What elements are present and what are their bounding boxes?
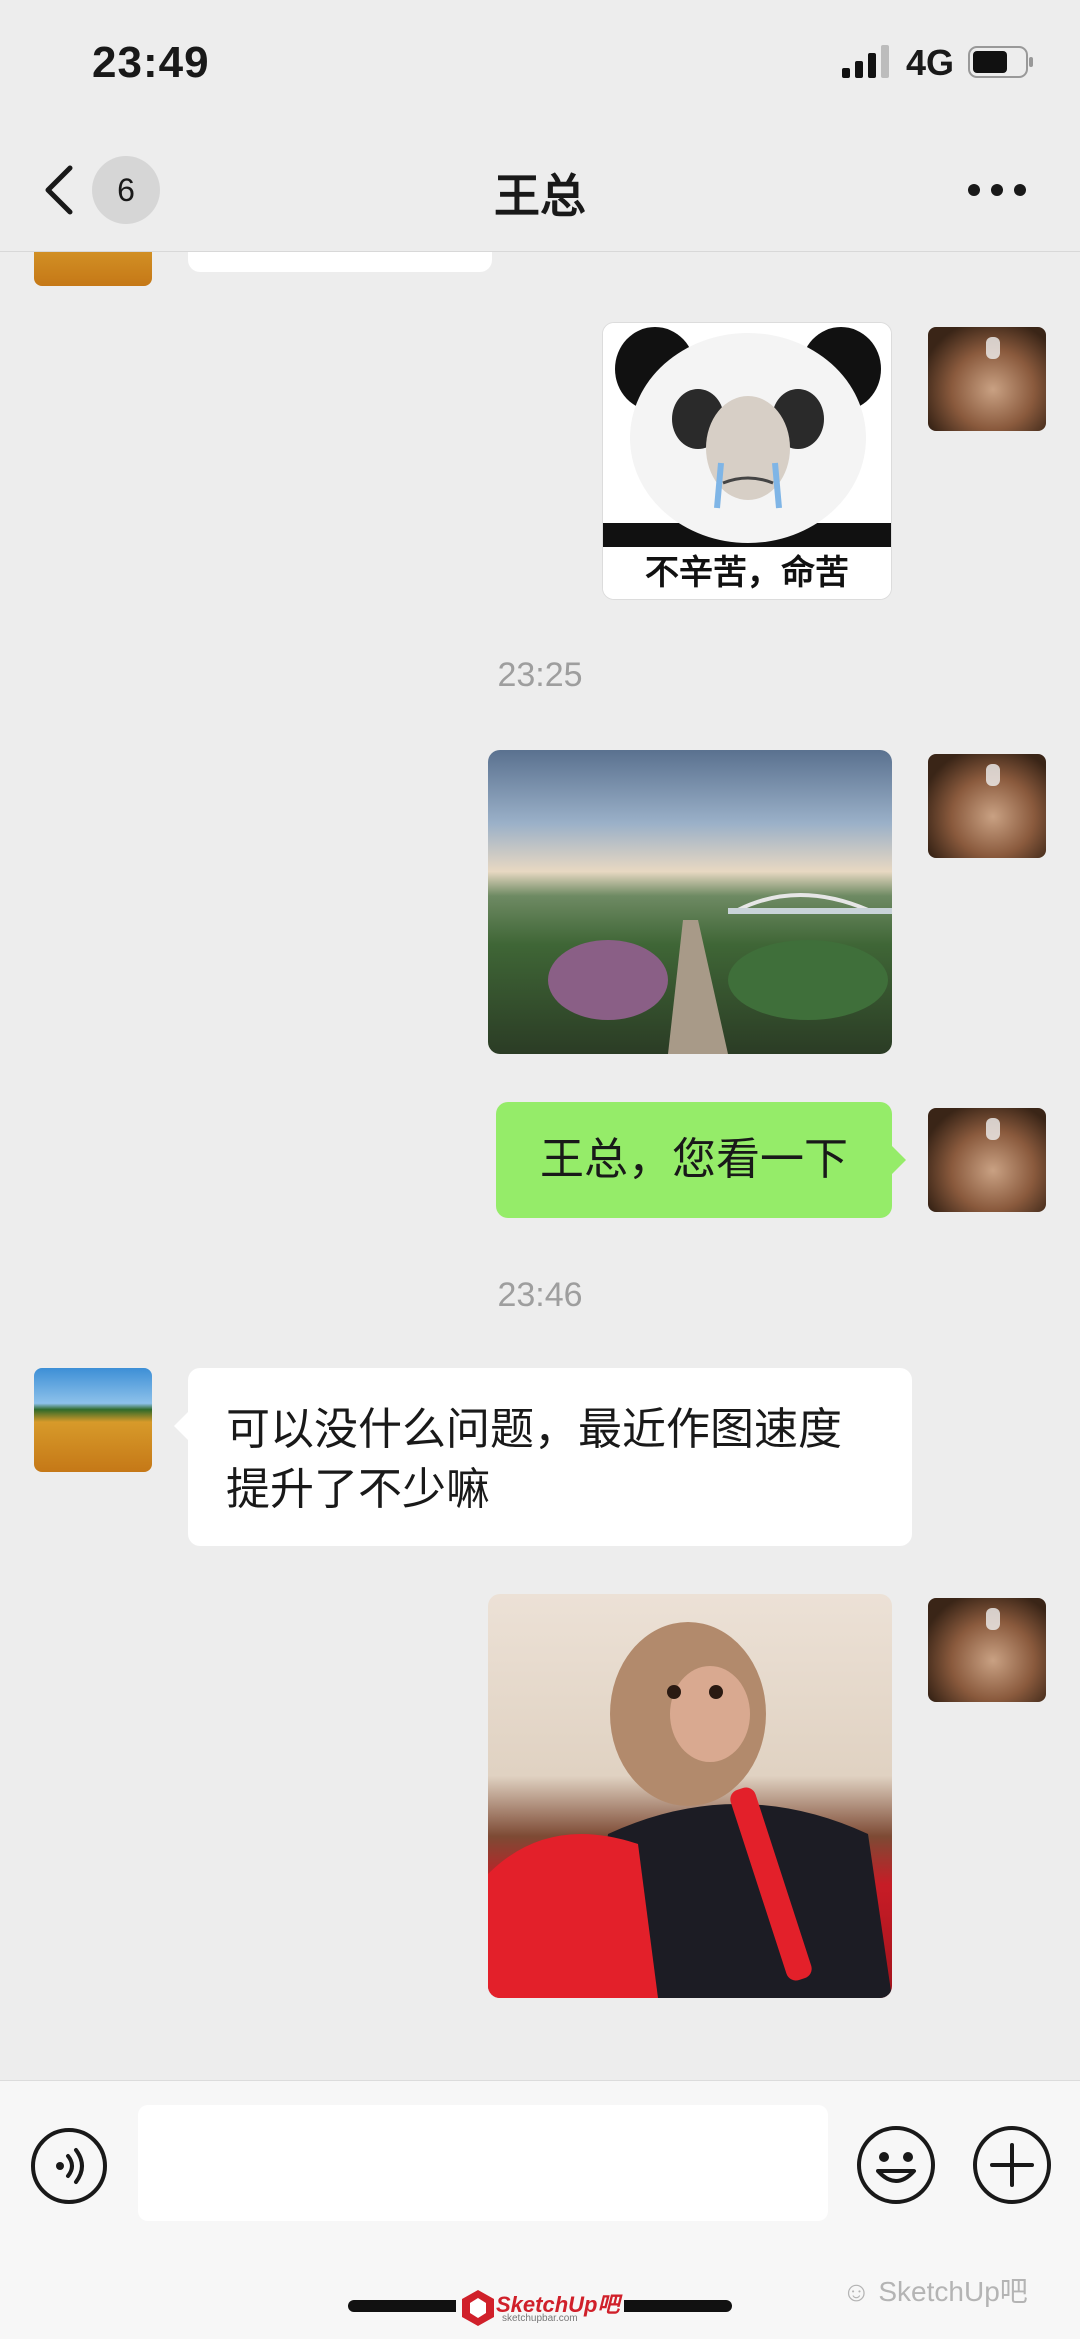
more-icon[interactable] bbox=[966, 182, 1028, 198]
monkey-photo bbox=[488, 1622, 892, 1998]
network-type: 4G bbox=[906, 42, 955, 83]
sticker-caption: 不辛苦，命苦 bbox=[603, 547, 891, 599]
wechat-icon: ☺ bbox=[842, 2276, 871, 2307]
panda-face-image bbox=[603, 323, 891, 549]
image-message[interactable] bbox=[488, 750, 892, 1054]
my-avatar[interactable] bbox=[928, 327, 1046, 431]
watermark-logo: SketchUp吧 sketchupbar.com bbox=[456, 2283, 624, 2333]
battery-icon bbox=[968, 46, 1033, 78]
timestamp: 23:46 bbox=[497, 1276, 583, 1314]
signal-icon bbox=[842, 45, 889, 78]
voice-icon[interactable] bbox=[30, 2127, 108, 2205]
my-avatar[interactable] bbox=[928, 1598, 1046, 1702]
message-list[interactable]: 不辛苦，命苦 23:25 王总，您看一下 23:46 可以没什么问题，最近作图速… bbox=[0, 252, 1080, 2080]
watermark-logo-sub: sketchupbar.com bbox=[502, 2313, 578, 2324]
message-input[interactable] bbox=[138, 2105, 828, 2221]
landscape-photo bbox=[548, 893, 892, 1054]
sent-text: 王总，您看一下 bbox=[540, 1135, 848, 1184]
contact-avatar[interactable] bbox=[34, 1368, 152, 1472]
my-avatar[interactable] bbox=[928, 1108, 1046, 1212]
timestamp: 23:25 bbox=[497, 656, 583, 694]
sticker-message[interactable]: 不辛苦，命苦 bbox=[602, 322, 892, 600]
watermark-text: ☺ SketchUp吧 bbox=[842, 2270, 1028, 2310]
plus-icon[interactable] bbox=[972, 2125, 1052, 2205]
emoji-icon[interactable] bbox=[856, 2125, 936, 2205]
status-time: 23:49 bbox=[92, 38, 210, 87]
bubble-tail bbox=[892, 1146, 906, 1174]
received-text-line: 提升了不少嘛 bbox=[226, 1465, 490, 1514]
image-message[interactable] bbox=[488, 1594, 892, 1998]
contact-avatar[interactable] bbox=[34, 252, 152, 286]
status-bar: 23:49 4G bbox=[0, 0, 1080, 130]
chat-title: 王总 bbox=[494, 170, 586, 222]
chat-header: 6 王总 bbox=[0, 130, 1080, 252]
received-text-line: 可以没什么问题，最近作图速度 bbox=[226, 1405, 842, 1454]
bubble-tail bbox=[174, 1412, 188, 1440]
sent-text-bubble[interactable]: 王总，您看一下 bbox=[496, 1102, 892, 1218]
my-avatar[interactable] bbox=[928, 754, 1046, 858]
sketchup-logo-icon bbox=[462, 2290, 494, 2326]
received-text-bubble[interactable]: 可以没什么问题，最近作图速度 提升了不少嘛 bbox=[188, 1368, 912, 1546]
watermark-right-text: SketchUp吧 bbox=[878, 2276, 1028, 2307]
message-bubble-partial[interactable] bbox=[188, 252, 492, 272]
